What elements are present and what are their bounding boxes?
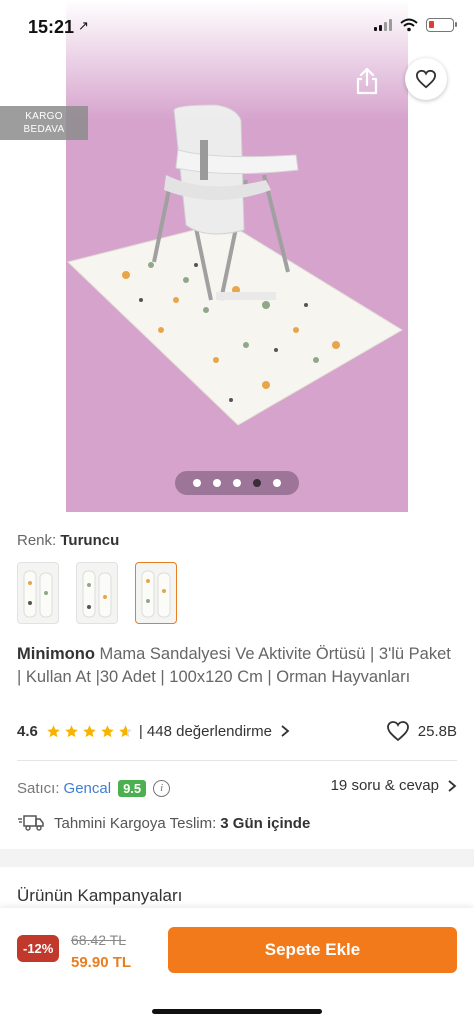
seller-score-badge: 9.5 [118, 779, 147, 797]
star-icon [65, 724, 78, 737]
product-brand[interactable]: Minimono [17, 645, 95, 663]
gallery-dot[interactable] [213, 479, 221, 487]
qa-label: 19 soru & cevap [330, 777, 439, 794]
home-indicator[interactable] [152, 1009, 322, 1014]
product-title: Minimono Mama Sandalyesi Ve Aktivite Ört… [17, 643, 457, 689]
favorite-button[interactable] [405, 58, 447, 100]
swatch-thumbnail [82, 570, 112, 618]
battery-icon [426, 18, 457, 32]
status-time: 15:21 [28, 17, 75, 37]
shipping-estimate: Tahmini Kargoya Teslim: 3 Gün içinde [17, 814, 310, 832]
chevron-right-icon[interactable] [280, 724, 290, 738]
heart-icon [415, 69, 437, 89]
cargo-badge-line1: KARGO [25, 111, 63, 122]
color-swatch[interactable] [76, 562, 118, 624]
color-label-text: Renk: [17, 532, 57, 549]
questions-answers-link[interactable]: 19 soru & cevap [331, 777, 457, 794]
gallery-dot[interactable] [233, 479, 241, 487]
wifi-icon [400, 18, 418, 32]
gallery-dot[interactable] [273, 479, 281, 487]
share-button[interactable] [350, 64, 384, 98]
gallery-dot[interactable] [193, 479, 201, 487]
color-swatches [17, 562, 177, 624]
seller-name[interactable]: Gencal [64, 780, 112, 797]
info-icon[interactable]: i [153, 779, 171, 797]
swatch-thumbnail [141, 570, 171, 618]
seller-row: Satıcı: Gencal 9.5 i 19 soru & cevap [17, 777, 457, 799]
status-icons [374, 18, 457, 32]
color-label: Renk: Turuncu [17, 532, 119, 549]
color-value: Turuncu [60, 532, 120, 549]
discount-badge: -12% [17, 935, 60, 962]
favorite-count-value: 25.8B [417, 722, 457, 740]
star-icon [47, 724, 60, 737]
location-arrow-icon: ↗ [78, 18, 89, 33]
star-icon [119, 724, 132, 737]
shipping-label: Tahmini Kargoya Teslim: [54, 814, 217, 832]
product-image-gallery[interactable]: KARGO BEDAVA [0, 0, 474, 512]
back-button[interactable] [30, 64, 66, 100]
share-icon [356, 67, 378, 95]
swatch-thumbnail [23, 570, 53, 618]
gallery-pagination[interactable] [175, 471, 299, 495]
favorite-count[interactable]: 25.8B [386, 720, 457, 742]
review-count[interactable]: | 448 değerlendirme [139, 723, 272, 740]
old-price: 68.42 TL [71, 932, 127, 948]
shipping-value: 3 Gün içinde [220, 814, 311, 832]
star-icon [101, 724, 114, 737]
truck-icon [18, 815, 44, 831]
cellular-signal-icon [374, 19, 392, 31]
color-swatch[interactable] [17, 562, 59, 624]
status-bar: 15:21 ↗ [0, 0, 474, 56]
heart-outline-icon[interactable] [386, 720, 410, 742]
seller-label: Satıcı: [17, 779, 60, 797]
color-swatch-selected[interactable] [135, 562, 177, 624]
new-price: 59.90 TL [71, 954, 132, 971]
section-separator [0, 849, 474, 867]
rating-row: 4.6 | 448 değerlendirme 25.8B [17, 720, 457, 742]
arrow-left-icon [36, 71, 62, 93]
free-shipping-badge: KARGO BEDAVA [0, 106, 88, 140]
rating-value: 4.6 [17, 722, 38, 740]
campaigns-title: Ürünün Kampanyaları [17, 886, 183, 905]
star-icon [83, 724, 96, 737]
divider [17, 760, 457, 761]
cargo-badge-line2: BEDAVA [23, 124, 65, 135]
add-to-cart-button[interactable]: Sepete Ekle [168, 927, 457, 973]
rating-stars [46, 724, 133, 739]
chevron-right-icon [448, 779, 457, 792]
gallery-dot-active[interactable] [253, 479, 261, 487]
add-to-cart-bar: -12% 68.42 TL 59.90 TL Sepete Ekle [0, 908, 474, 1024]
